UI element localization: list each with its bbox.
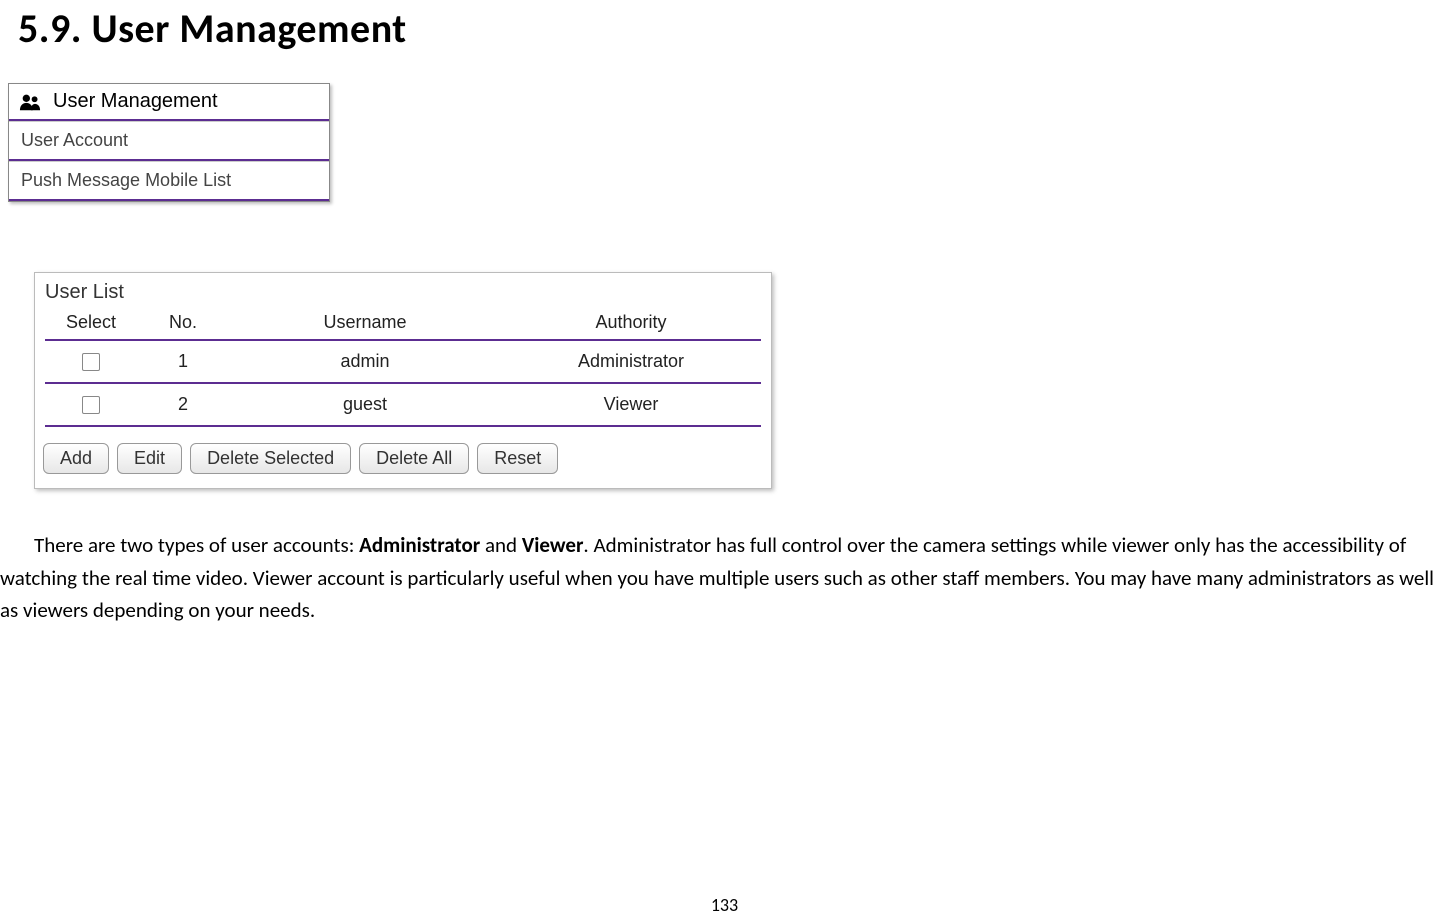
section-heading: 5.9. User Management <box>18 4 1449 53</box>
cell-no: 1 <box>137 340 229 383</box>
panel-title: User List <box>35 273 771 304</box>
cell-username: guest <box>229 383 501 426</box>
para-bold-viewer: Viewer <box>522 532 584 558</box>
page-number: 133 <box>0 894 1449 916</box>
para-bold-admin: Administrator <box>359 532 480 558</box>
nav-header[interactable]: User Management <box>9 84 329 121</box>
add-button[interactable]: Add <box>43 443 109 474</box>
table-header-row: Select No. Username Authority <box>45 308 761 340</box>
nav-menu: User Management User Account Push Messag… <box>8 83 330 202</box>
button-row: Add Edit Delete Selected Delete All Rese… <box>35 427 771 478</box>
user-table: Select No. Username Authority 1 admin Ad… <box>45 308 761 427</box>
cell-authority: Viewer <box>501 383 761 426</box>
col-select: Select <box>45 308 137 340</box>
checkbox[interactable] <box>82 353 100 371</box>
cell-authority: Administrator <box>501 340 761 383</box>
nav-item-push-message[interactable]: Push Message Mobile List <box>9 161 329 201</box>
cell-username: admin <box>229 340 501 383</box>
para-pre: There are two types of user accounts: <box>34 532 359 558</box>
description-paragraph: There are two types of user accounts: Ad… <box>0 529 1449 627</box>
reset-button[interactable]: Reset <box>477 443 558 474</box>
delete-all-button[interactable]: Delete All <box>359 443 469 474</box>
col-username: Username <box>229 308 501 340</box>
checkbox[interactable] <box>82 396 100 414</box>
col-authority: Authority <box>501 308 761 340</box>
user-list-panel: User List Select No. Username Authority … <box>34 272 772 489</box>
nav-title: User Management <box>53 90 218 113</box>
nav-item-user-account[interactable]: User Account <box>9 121 329 161</box>
col-no: No. <box>137 308 229 340</box>
delete-selected-button[interactable]: Delete Selected <box>190 443 351 474</box>
table-row: 1 admin Administrator <box>45 340 761 383</box>
edit-button[interactable]: Edit <box>117 443 182 474</box>
cell-no: 2 <box>137 383 229 426</box>
para-mid1: and <box>480 532 522 558</box>
table-row: 2 guest Viewer <box>45 383 761 426</box>
users-icon <box>19 93 41 111</box>
